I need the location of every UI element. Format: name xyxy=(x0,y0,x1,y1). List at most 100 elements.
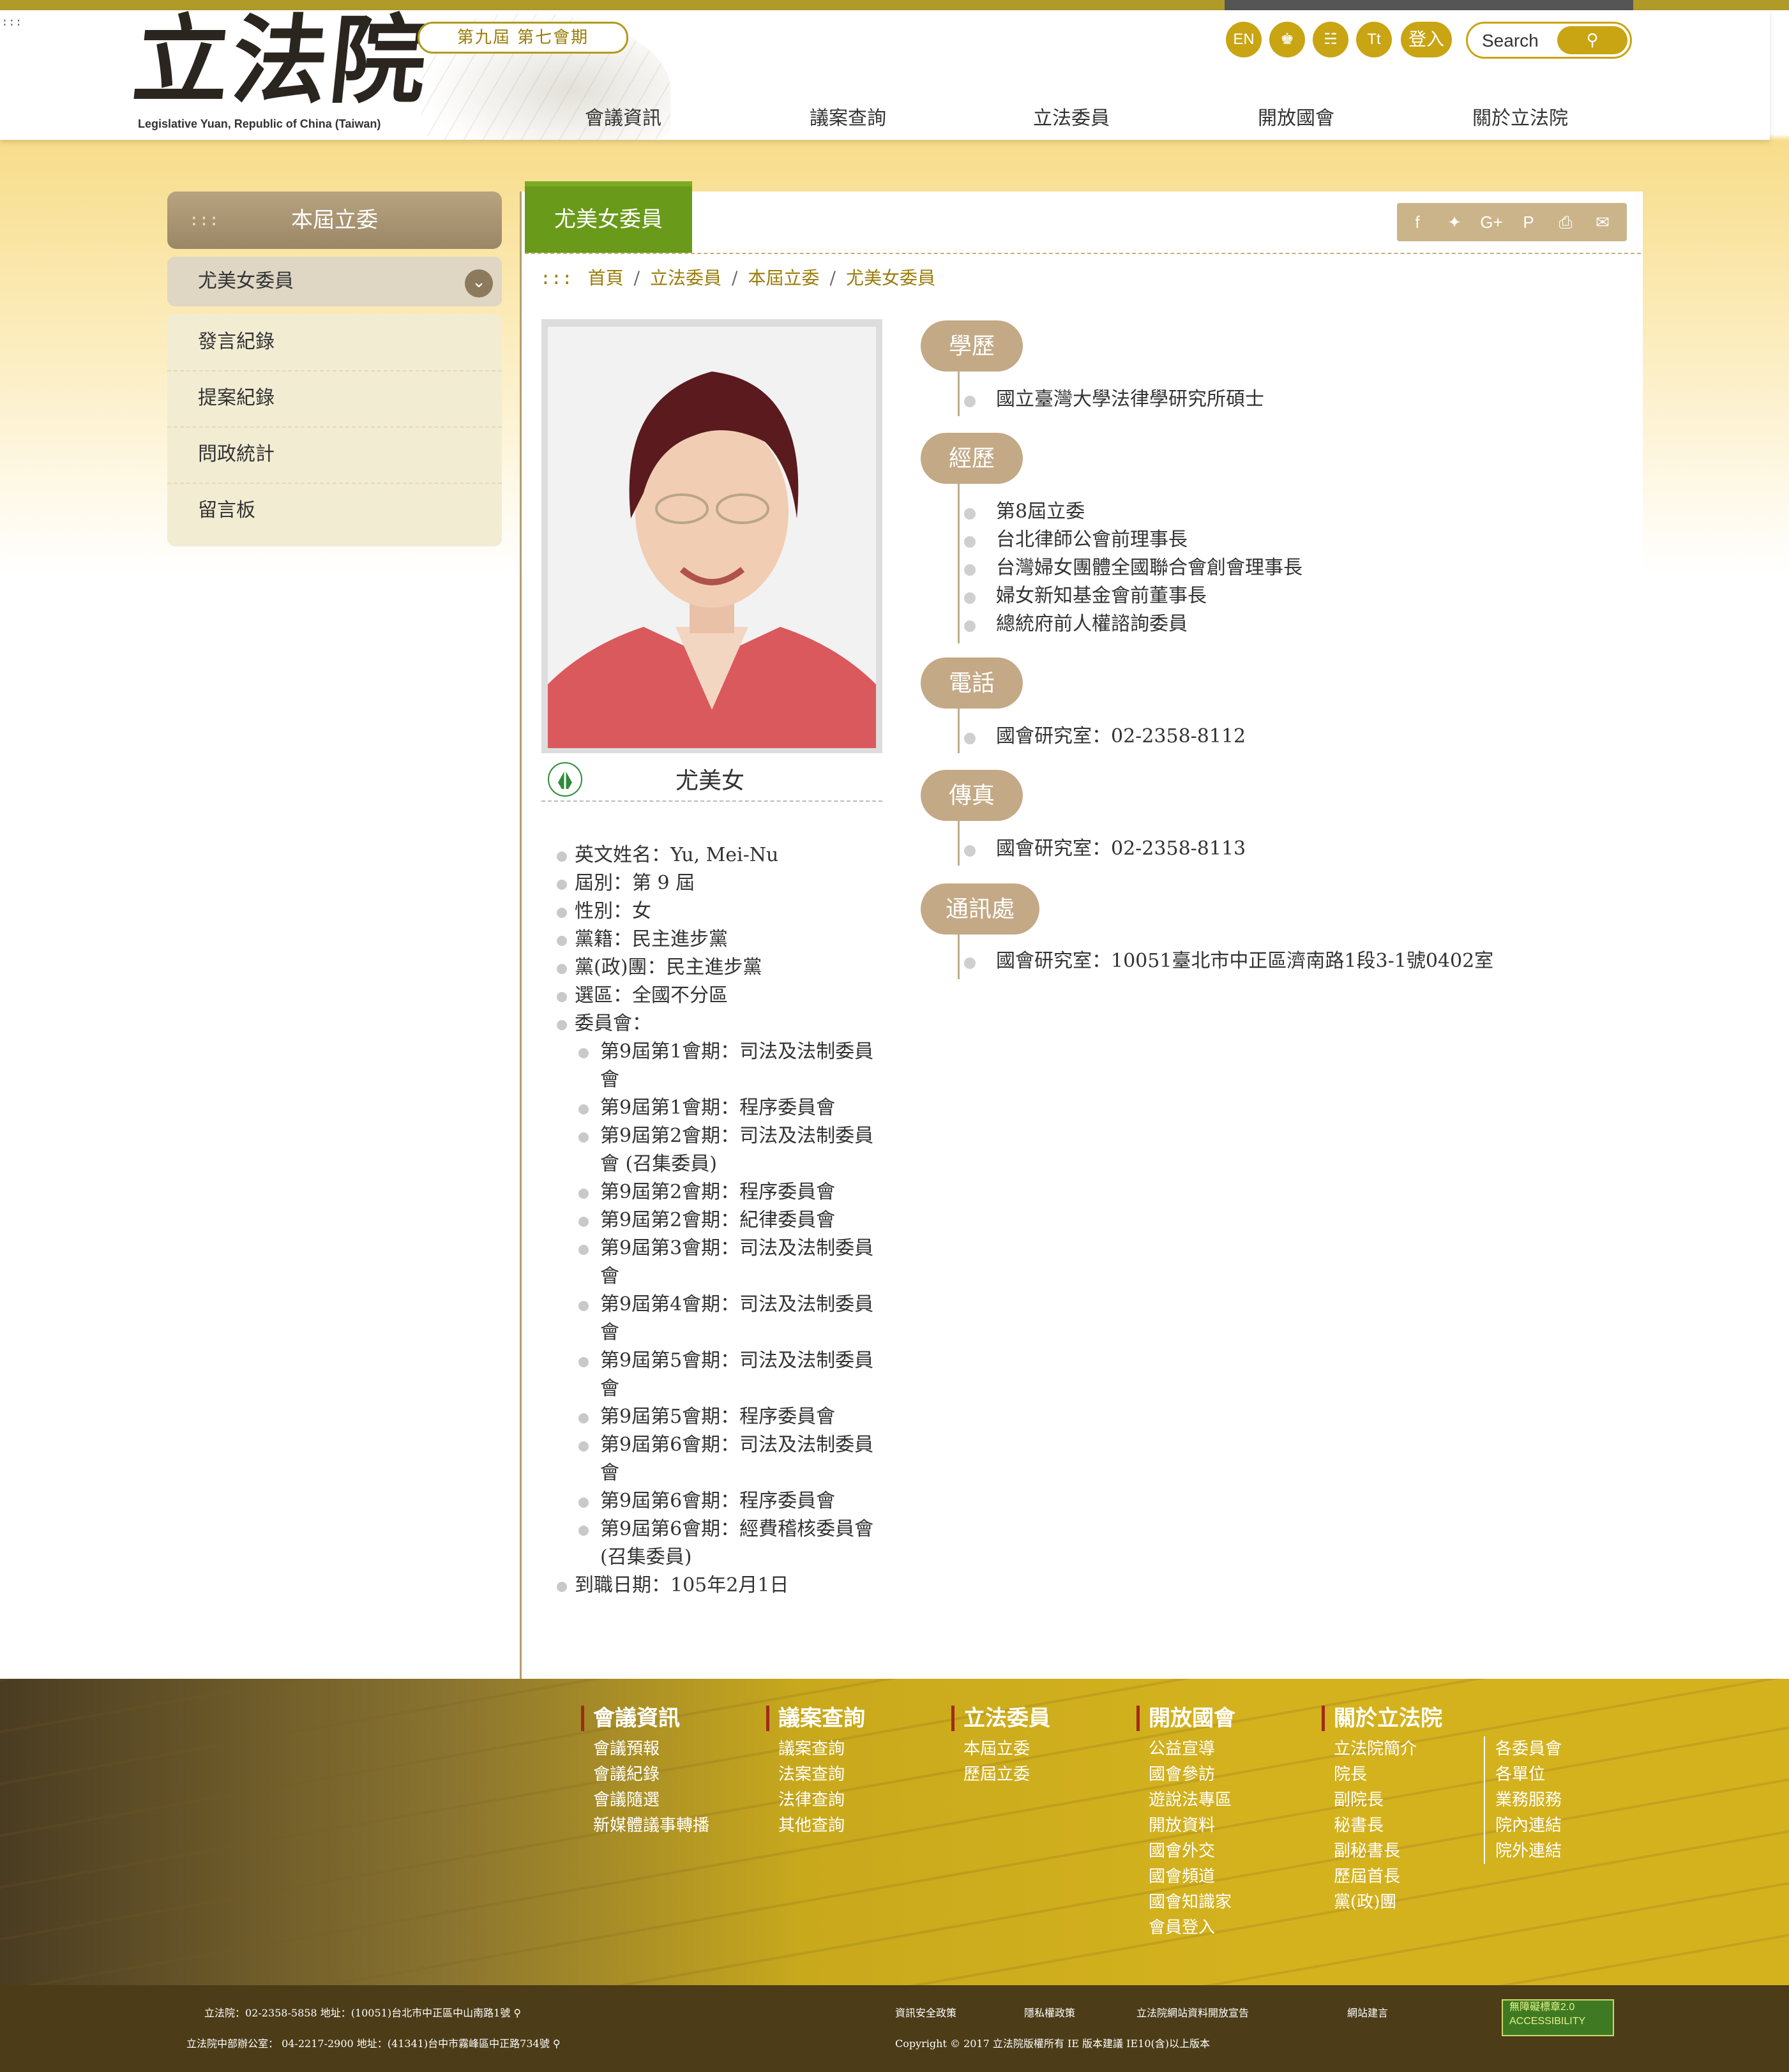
accessibility-badge[interactable]: 無障礙標章2.0 ACCESSIBILITY xyxy=(1502,1999,1614,2036)
mail-icon[interactable]: ✉ xyxy=(1585,203,1620,241)
skip-link[interactable]: ::: xyxy=(1,15,22,29)
info-term: 屆別：第 9 屆 xyxy=(557,869,889,897)
facebook-icon[interactable]: f xyxy=(1400,203,1435,241)
footer-link[interactable]: 其他查詢 xyxy=(766,1813,865,1838)
accessibility-icon[interactable]: ♚ xyxy=(1269,22,1305,57)
experience-list: 第8屆立委 台北律師公會前理事長 台灣婦女團體全國聯合會創會理事長 婦女新知基金… xyxy=(964,498,1302,638)
footer-col-title[interactable]: 會議資訊 xyxy=(581,1706,709,1731)
plurk-icon[interactable]: P xyxy=(1511,203,1546,241)
footer-link[interactable]: 公益宣導 xyxy=(1136,1736,1235,1762)
breadcrumb: ::: 首頁 / 立法委員 / 本屆立委 / 尤美女委員 xyxy=(540,267,935,289)
footer-link[interactable]: 各委員會 xyxy=(1495,1736,1562,1762)
breadcrumb-legislators[interactable]: 立法委員 xyxy=(650,267,721,289)
experience-item: 總統府前人權諮詢委員 xyxy=(964,610,1302,638)
twitter-icon[interactable]: ✦ xyxy=(1437,203,1472,241)
education-heading: 學歷 xyxy=(921,320,1023,372)
footer-col-legislators: 立法委員 本屆立委 歷屆立委 xyxy=(951,1706,1050,1787)
footer-link[interactable]: 黨(政)團 xyxy=(1322,1889,1442,1915)
footer-link[interactable]: 國會知識家 xyxy=(1136,1889,1235,1915)
footer-link[interactable]: 歷屆立委 xyxy=(951,1762,1050,1787)
info-party: 黨籍：民主進步黨 xyxy=(557,926,889,954)
nav-bill-search[interactable]: 議案查詢 xyxy=(810,102,886,130)
sidebar-item-proposals[interactable]: 提案紀錄 xyxy=(167,370,502,428)
breadcrumb-member[interactable]: 尤美女委員 xyxy=(846,267,935,289)
experience-heading: 經歷 xyxy=(921,433,1023,484)
footer-col-extra: 各委員會 各單位 業務服務 院內連結 院外連結 xyxy=(1484,1736,1562,1864)
footer-link[interactable]: 會員登入 xyxy=(1136,1915,1235,1941)
policy-open-data[interactable]: 立法院網站資料開放宣告 xyxy=(1136,2004,1249,2020)
footer-link[interactable]: 歷屆首長 xyxy=(1322,1864,1442,1889)
footer-link[interactable]: 議案查詢 xyxy=(766,1736,865,1762)
footer-link[interactable]: 國會參訪 xyxy=(1136,1762,1235,1787)
sidebar-title-label: 本屆立委 xyxy=(291,207,378,233)
footer-link[interactable]: 國會頻道 xyxy=(1136,1864,1235,1889)
sidebar-item-speeches[interactable]: 發言紀錄 xyxy=(167,314,502,372)
footer-col-title[interactable]: 議案查詢 xyxy=(766,1706,865,1731)
policy-privacy[interactable]: 隱私權政策 xyxy=(1024,2004,1075,2020)
policy-feedback[interactable]: 網站建言 xyxy=(1347,2004,1388,2020)
committee-item: 第9屆第2會期：紀律委員會 xyxy=(557,1206,889,1235)
committee-item: 第9屆第1會期：司法及法制委員會 xyxy=(557,1038,889,1094)
main-divider xyxy=(525,253,1641,254)
footer-col-bills: 議案查詢 議案查詢 法案查詢 法律查詢 其他查詢 xyxy=(766,1706,865,1838)
policy-security[interactable]: 資訊安全政策 xyxy=(895,2004,956,2020)
login-button[interactable]: 登入 xyxy=(1401,22,1452,57)
breadcrumb-current-term[interactable]: 本屆立委 xyxy=(748,267,819,289)
nav-legislators[interactable]: 立法委員 xyxy=(1033,102,1110,130)
main-tab: 尤美女委員 xyxy=(525,181,692,253)
search-input[interactable] xyxy=(1481,27,1566,54)
footer-link[interactable]: 法律查詢 xyxy=(766,1787,865,1813)
footer-link[interactable]: 國會外交 xyxy=(1136,1838,1235,1864)
footer-col-meeting: 會議資訊 會議預報 會議紀錄 會議隨選 新媒體議事轉播 xyxy=(581,1706,709,1838)
sidebar-member-label: 尤美女委員 xyxy=(198,270,294,292)
footer-col-title[interactable]: 開放國會 xyxy=(1136,1706,1235,1731)
footer-link[interactable]: 立法院簡介 xyxy=(1322,1736,1442,1762)
committee-item: 第9屆第4會期：司法及法制委員會 xyxy=(557,1291,889,1347)
breadcrumb-home[interactable]: 首頁 xyxy=(588,267,624,289)
share-bar: f ✦ G+ P ⎙ ✉ xyxy=(1397,203,1627,241)
footer-link[interactable]: 會議紀錄 xyxy=(581,1762,709,1787)
font-size-button[interactable]: Tt xyxy=(1356,22,1392,57)
footer-link[interactable]: 業務服務 xyxy=(1495,1787,1562,1813)
sidebar-member[interactable]: 尤美女委員 ⌄ xyxy=(167,257,502,306)
footer-col-title[interactable]: 關於立法院 xyxy=(1322,1706,1442,1731)
info-english-name: 英文姓名：Yu, Mei-Nu xyxy=(557,841,889,869)
footer-link[interactable]: 會議預報 xyxy=(581,1736,709,1762)
footer-link[interactable]: 院長 xyxy=(1322,1762,1442,1787)
footer-link[interactable]: 開放資料 xyxy=(1136,1813,1235,1838)
footer-link[interactable]: 院內連結 xyxy=(1495,1813,1562,1838)
english-button[interactable]: EN xyxy=(1226,22,1262,57)
chevron-down-icon[interactable]: ⌄ xyxy=(465,269,493,297)
footer-link[interactable]: 法案查詢 xyxy=(766,1762,865,1787)
committee-item: 第9屆第2會期：程序委員會 xyxy=(557,1178,889,1206)
print-icon[interactable]: ⎙ xyxy=(1548,203,1583,241)
address-list: 國會研究室：10051臺北市中正區濟南路1段3-1號0402室 xyxy=(964,947,1493,975)
footer-link[interactable]: 新媒體議事轉播 xyxy=(581,1813,709,1838)
fax-list: 國會研究室：02-2358-8113 xyxy=(964,835,1246,863)
footer-link[interactable]: 本屆立委 xyxy=(951,1736,1050,1762)
nav-about[interactable]: 關於立法院 xyxy=(1472,102,1568,130)
experience-item: 第8屆立委 xyxy=(964,498,1302,526)
footer-link[interactable]: 副院長 xyxy=(1322,1787,1442,1813)
search-icon[interactable]: ⚲ xyxy=(1557,26,1627,54)
fax-item: 國會研究室：02-2358-8113 xyxy=(964,835,1246,863)
footer-link[interactable]: 院外連結 xyxy=(1495,1838,1562,1864)
footer-link[interactable]: 秘書長 xyxy=(1322,1813,1442,1838)
fax-heading: 傳真 xyxy=(921,770,1023,821)
sitemap-icon[interactable]: ☵ xyxy=(1313,22,1348,57)
map-pin-icon[interactable]: ⚲ xyxy=(513,2007,521,2019)
site-logo[interactable]: 立法院 xyxy=(128,4,435,117)
footer-link[interactable]: 副秘書長 xyxy=(1322,1838,1442,1864)
nav-open-parliament[interactable]: 開放國會 xyxy=(1258,102,1334,130)
nav-meeting-info[interactable]: 會議資訊 xyxy=(585,102,661,130)
footer-col-title[interactable]: 立法委員 xyxy=(951,1706,1050,1731)
sidebar-item-messages[interactable]: 留言板 xyxy=(167,483,502,539)
map-pin-icon[interactable]: ⚲ xyxy=(553,2038,561,2050)
sidebar-item-statistics[interactable]: 問政統計 xyxy=(167,426,502,484)
google-plus-icon[interactable]: G+ xyxy=(1474,203,1509,241)
footer-link[interactable]: 會議隨選 xyxy=(581,1787,709,1813)
info-caucus: 黨(政)團：民主進步黨 xyxy=(557,954,889,982)
footer-link[interactable]: 遊說法專區 xyxy=(1136,1787,1235,1813)
phone-line xyxy=(958,709,960,753)
footer-link[interactable]: 各單位 xyxy=(1495,1762,1562,1787)
